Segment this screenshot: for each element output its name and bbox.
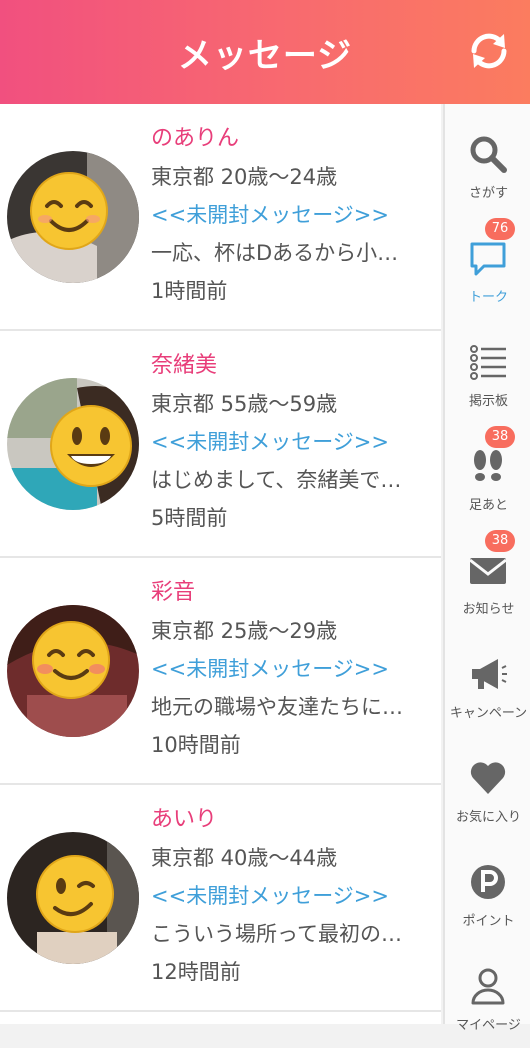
sidebar-item-search[interactable]: さがす	[445, 112, 530, 216]
person-icon	[471, 968, 505, 1005]
message-row[interactable]: のありん 東京都 20歳〜24歳 <<未開封メッセージ>> 一応、杯はDあるから…	[0, 104, 441, 331]
message-list: のありん 東京都 20歳〜24歳 <<未開封メッセージ>> 一応、杯はDあるから…	[0, 104, 441, 1024]
search-icon	[470, 136, 507, 173]
sidebar-item-notifications[interactable]: 38 お知らせ	[445, 528, 530, 632]
message-preview: 一応、杯はDあるから小…	[151, 241, 399, 265]
unread-status: <<未開封メッセージ>>	[151, 430, 389, 454]
sidebar-item-label: キャンペーン	[449, 706, 528, 721]
avatar	[7, 378, 139, 510]
timestamp: 1時間前	[151, 279, 228, 303]
points-icon	[471, 865, 505, 899]
avatar	[7, 832, 139, 964]
message-preview: はじめまして、奈緒美で…	[151, 468, 402, 492]
sidebar-item-label: トーク	[468, 290, 508, 305]
unread-status: <<未開封メッセージ>>	[151, 884, 389, 908]
envelope-icon	[469, 558, 507, 584]
avatar	[7, 151, 139, 283]
location-age: 東京都 55歳〜59歳	[151, 392, 338, 416]
message-preview: こういう場所って最初の…	[151, 922, 402, 946]
notifications-badge: 38	[485, 530, 515, 552]
unread-status: <<未開封メッセージ>>	[151, 657, 389, 681]
sidebar-item-label: 掲示板	[468, 394, 508, 409]
message-row[interactable]: あいり 東京都 40歳〜44歳 <<未開封メッセージ>> こういう場所って最初の…	[0, 785, 441, 1012]
sender-name: 彩音	[151, 580, 196, 605]
talk-badge: 76	[485, 218, 515, 240]
sidebar-item-label: さがす	[468, 186, 508, 201]
message-row[interactable]: 奈緒美 東京都 55歳〜59歳 <<未開封メッセージ>> はじめまして、奈緒美で…	[0, 331, 441, 558]
timestamp: 12時間前	[151, 960, 241, 984]
sidebar-item-label: お知らせ	[462, 602, 515, 617]
location-age: 東京都 20歳〜24歳	[151, 165, 338, 189]
sender-name: 奈緒美	[151, 353, 218, 378]
sidebar-item-favorites[interactable]: お気に入り	[445, 736, 530, 840]
sender-name: のありん	[151, 126, 240, 151]
sidebar-item-points[interactable]: ポイント	[445, 840, 530, 944]
sender-name: あいり	[151, 807, 218, 832]
footprints-icon	[474, 450, 502, 481]
footprints-badge: 38	[485, 426, 515, 448]
location-age: 東京都 40歳〜44歳	[151, 846, 338, 870]
list-icon	[470, 345, 506, 380]
heart-icon	[470, 762, 506, 794]
sidebar-item-label: 足あと	[468, 498, 508, 513]
timestamp: 10時間前	[151, 733, 241, 757]
location-age: 東京都 25歳〜29歳	[151, 619, 338, 643]
sidebar-item-label: ポイント	[462, 914, 515, 929]
page-title: メッセージ	[177, 36, 353, 76]
unread-status: <<未開封メッセージ>>	[151, 203, 389, 227]
header: メッセージ	[0, 0, 530, 104]
sidebar-item-campaign[interactable]: キャンペーン	[445, 632, 530, 736]
sidebar-item-talk[interactable]: 76 トーク	[445, 216, 530, 320]
sidebar-item-mypage[interactable]: マイページ	[445, 944, 530, 1048]
refresh-icon[interactable]	[464, 26, 514, 76]
sidebar-item-footprints[interactable]: 38 足あと	[445, 424, 530, 528]
sidebar-item-board[interactable]: 掲示板	[445, 320, 530, 424]
avatar	[7, 605, 139, 737]
sidebar-nav: さがす 76 トーク 掲示板 38 足あと 38 お知らせ キャンペーン お気に…	[443, 104, 530, 1033]
megaphone-icon	[472, 659, 507, 689]
sidebar-item-label: お気に入り	[455, 810, 521, 825]
timestamp: 5時間前	[151, 506, 228, 530]
chat-bubble-icon	[470, 242, 506, 276]
message-row[interactable]: 彩音 東京都 25歳〜29歳 <<未開封メッセージ>> 地元の職場や友達たちに……	[0, 558, 441, 785]
message-preview: 地元の職場や友達たちに…	[151, 695, 403, 719]
